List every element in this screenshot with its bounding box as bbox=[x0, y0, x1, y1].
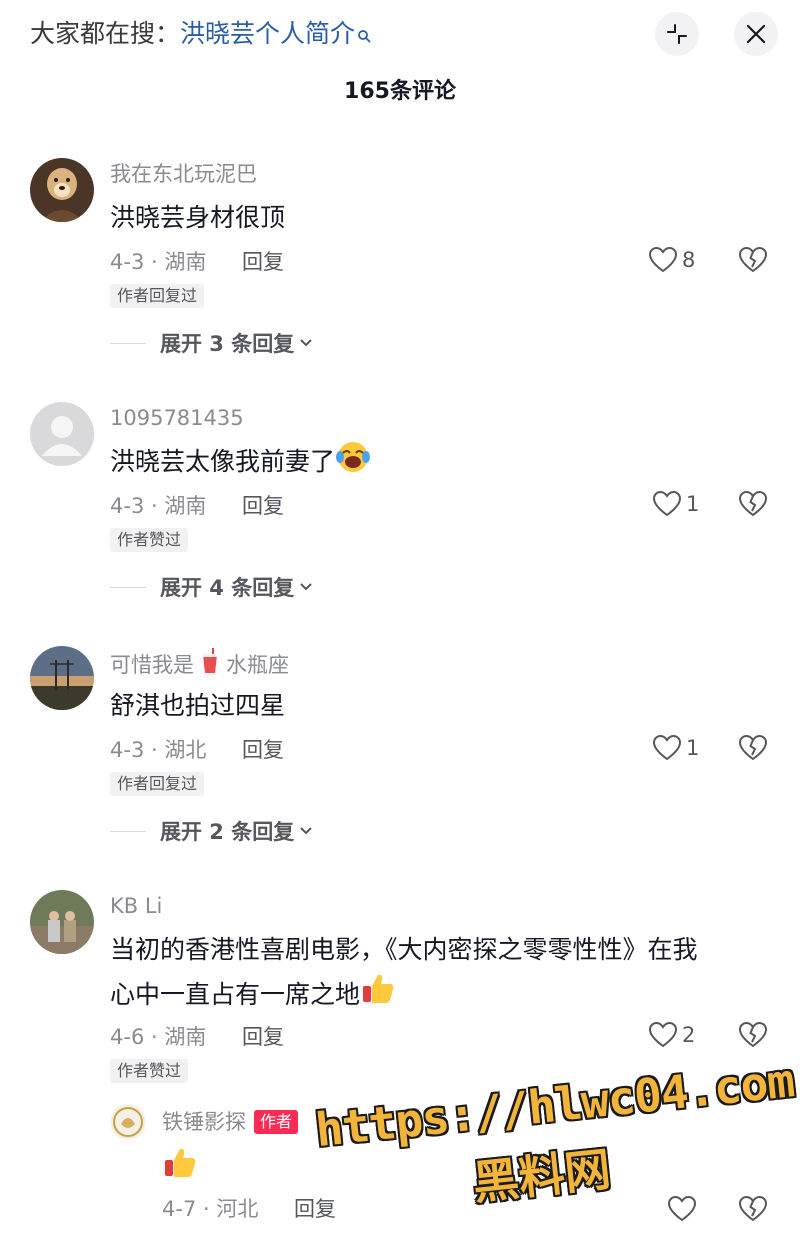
expand-replies-button[interactable]: 展开 2 条回复 bbox=[110, 816, 314, 846]
comment-meta: 4-3 · 湖南 回复 bbox=[110, 247, 284, 277]
watermark: https://hlwc04.com 黑料网 bbox=[312, 1053, 797, 1241]
comment-text: 洪晓芸太像我前妻了 bbox=[110, 439, 770, 487]
laughing-crying-emoji-icon bbox=[335, 439, 371, 487]
broken-heart-icon bbox=[738, 1195, 768, 1222]
chevron-down-icon bbox=[300, 583, 312, 591]
like-button[interactable] bbox=[667, 1195, 697, 1223]
search-prefix: 大家都在搜： bbox=[30, 19, 181, 48]
like-button[interactable]: 1 bbox=[652, 734, 699, 762]
author-badge: 作者赞过 bbox=[110, 1059, 189, 1083]
divider bbox=[110, 586, 146, 588]
date-location: 4-3 · 湖北 bbox=[110, 738, 207, 762]
avatar[interactable] bbox=[30, 646, 94, 710]
comment-meta: 4-3 · 湖北 回复 bbox=[110, 735, 284, 765]
date-location: 4-7 · 河北 bbox=[162, 1197, 259, 1221]
avatar[interactable] bbox=[30, 402, 94, 466]
expand-replies-button[interactable]: 展开 3 条回复 bbox=[110, 328, 314, 358]
divider bbox=[110, 830, 146, 832]
like-button[interactable]: 2 bbox=[648, 1021, 695, 1049]
broken-heart-icon bbox=[738, 490, 768, 517]
dislike-button[interactable] bbox=[738, 246, 768, 278]
expand-replies-button[interactable]: 展开 4 条回复 bbox=[110, 572, 314, 602]
expand-label: 展开 4 条回复 bbox=[160, 576, 295, 600]
avatar[interactable] bbox=[30, 158, 94, 222]
comment-username[interactable]: 可惜我是 水瓶座 bbox=[110, 648, 289, 681]
author-badge: 作者回复过 bbox=[110, 284, 205, 308]
like-count: 1 bbox=[686, 736, 700, 760]
author-badge: 作者回复过 bbox=[110, 772, 205, 796]
comment-text: 舒淇也拍过四星 bbox=[110, 691, 286, 720]
close-icon bbox=[746, 24, 766, 44]
dislike-button[interactable] bbox=[738, 1021, 768, 1053]
reply-meta: 4-7 · 河北 回复 bbox=[162, 1194, 336, 1224]
broken-heart-icon bbox=[738, 734, 768, 761]
comment-text: 当初的香港性喜剧电影，《大内密探之零零性性》在我 心中一直占有一席之地 bbox=[110, 927, 770, 1020]
heart-icon bbox=[648, 246, 678, 273]
like-count: 1 bbox=[686, 492, 700, 516]
divider bbox=[110, 342, 146, 344]
dislike-button[interactable] bbox=[738, 734, 768, 766]
reply-button[interactable]: 回复 bbox=[294, 1194, 336, 1224]
comment-meta: 4-6 · 湖南 回复 bbox=[110, 1022, 284, 1052]
date-location: 4-3 · 湖南 bbox=[110, 250, 207, 274]
author-badge: 作者赞过 bbox=[110, 528, 189, 552]
dislike-button[interactable] bbox=[738, 490, 768, 522]
comment-username[interactable]: 我在东北玩泥巴 bbox=[110, 160, 257, 188]
drink-emoji-icon bbox=[200, 648, 220, 681]
dislike-button[interactable] bbox=[738, 1195, 768, 1227]
collapse-icon bbox=[667, 24, 687, 44]
comment-meta: 4-3 · 湖南 回复 bbox=[110, 491, 284, 521]
thumbs-up-emoji-icon bbox=[162, 1146, 198, 1184]
chevron-down-icon bbox=[300, 339, 312, 347]
heart-icon bbox=[652, 490, 682, 517]
comment-text: 洪晓芸身材很顶 bbox=[110, 203, 286, 232]
like-button[interactable]: 1 bbox=[652, 490, 699, 518]
top-bar: 大家都在搜： 洪晓芸个人简介 bbox=[0, 0, 800, 68]
comment-username[interactable]: KB Li bbox=[110, 892, 162, 920]
like-button[interactable]: 8 bbox=[648, 246, 695, 274]
close-button[interactable] bbox=[734, 12, 778, 56]
author-tag: 作者 bbox=[254, 1110, 299, 1134]
date-location: 4-3 · 湖南 bbox=[110, 494, 207, 518]
reply-username[interactable]: 铁锤影探 作者 bbox=[162, 1108, 299, 1136]
thumbs-up-emoji-icon bbox=[360, 972, 396, 1020]
like-count: 2 bbox=[682, 1023, 696, 1047]
reply-button[interactable]: 回复 bbox=[242, 491, 284, 521]
search-keyword-link[interactable]: 洪晓芸个人简介 bbox=[180, 18, 355, 50]
chevron-down-icon bbox=[300, 827, 312, 835]
watermark-url: https://hlwc04.com bbox=[312, 1053, 797, 1158]
heart-icon bbox=[648, 1021, 678, 1048]
search-icon bbox=[357, 19, 371, 43]
reply-button[interactable]: 回复 bbox=[242, 735, 284, 765]
expand-label: 展开 3 条回复 bbox=[160, 332, 295, 356]
collapse-button[interactable] bbox=[655, 12, 699, 56]
reply-button[interactable]: 回复 bbox=[242, 1022, 284, 1052]
comment-count: 165条评论 bbox=[344, 79, 456, 104]
comment-username[interactable]: 1095781435 bbox=[110, 404, 244, 432]
search-suggestion[interactable]: 大家都在搜： 洪晓芸个人简介 bbox=[30, 18, 371, 50]
date-location: 4-6 · 湖南 bbox=[110, 1025, 207, 1049]
reply-button[interactable]: 回复 bbox=[242, 247, 284, 277]
heart-icon bbox=[667, 1195, 697, 1222]
expand-label: 展开 2 条回复 bbox=[160, 820, 295, 844]
broken-heart-icon bbox=[738, 246, 768, 273]
avatar[interactable] bbox=[30, 890, 94, 954]
avatar[interactable] bbox=[110, 1104, 146, 1140]
broken-heart-icon bbox=[738, 1021, 768, 1048]
like-count: 8 bbox=[682, 248, 696, 272]
heart-icon bbox=[652, 734, 682, 761]
